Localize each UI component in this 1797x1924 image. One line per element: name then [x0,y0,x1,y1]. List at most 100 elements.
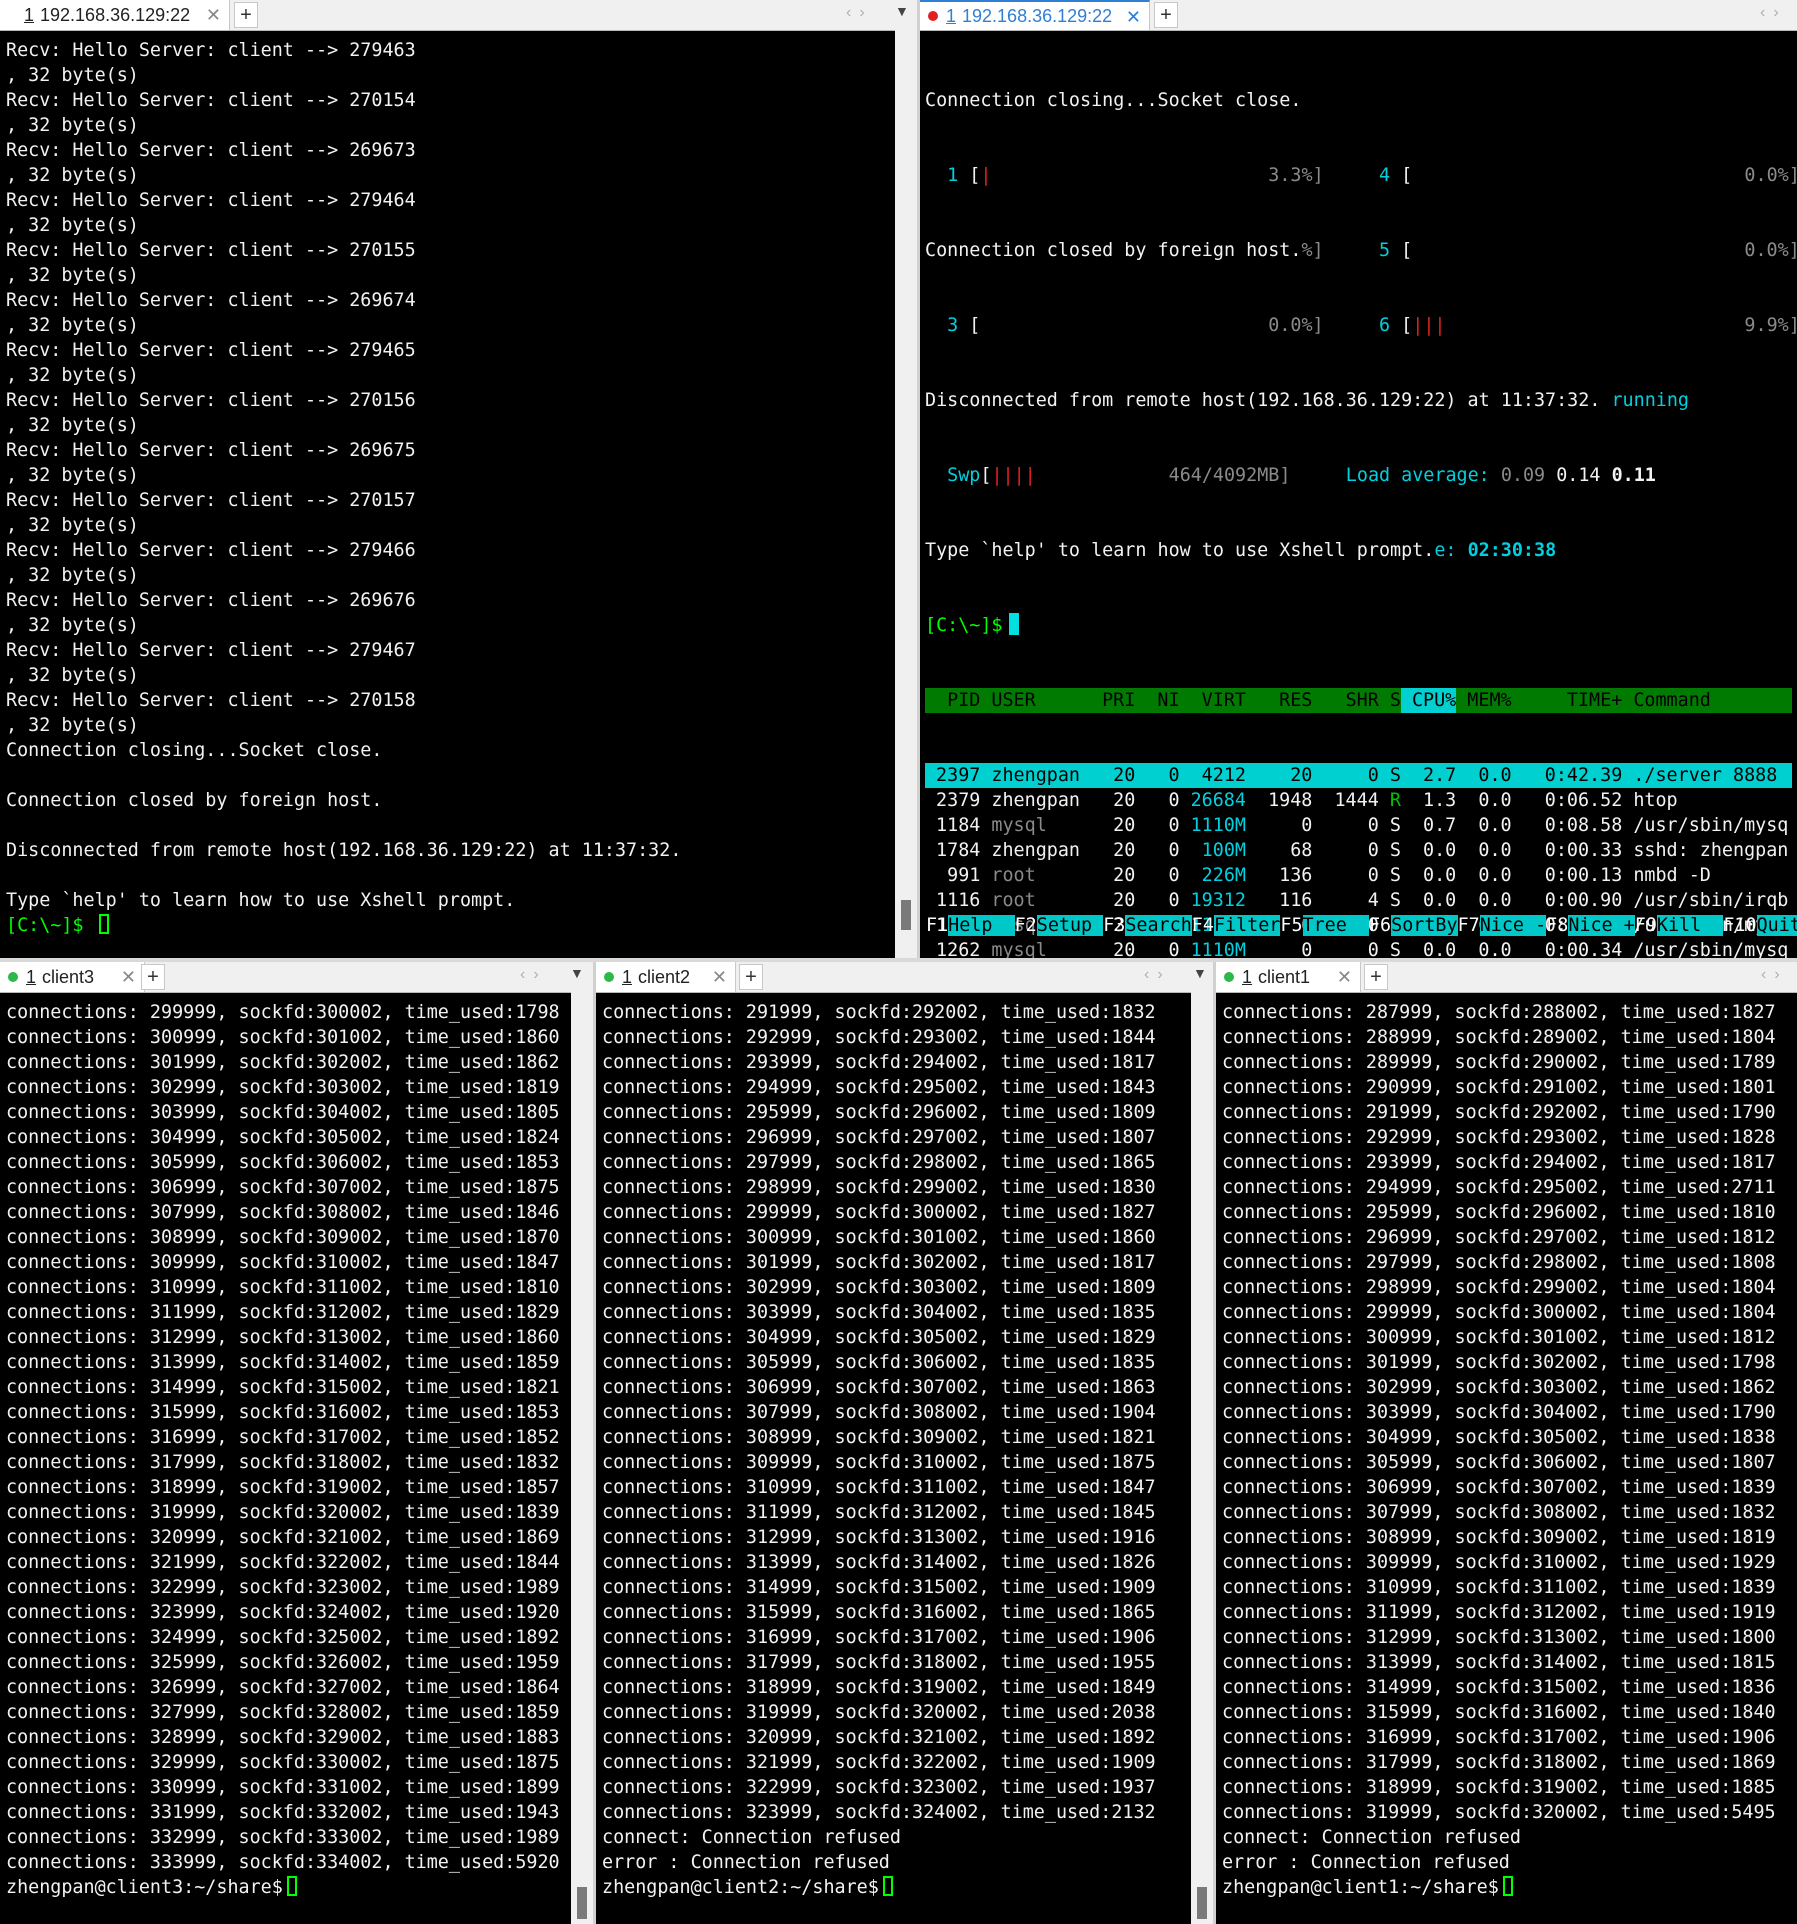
terminal-pane-top-right[interactable]: 1 192.168.36.129:22 ✕ + ‹› Connection cl… [917,0,1797,958]
terminal-pane-client3[interactable]: 1 client3 ✕ + ‹› ▼ connections: 299999, … [0,962,593,1924]
column-header-res[interactable]: RES [1246,688,1312,713]
function-key-label[interactable]: SortBy [1391,915,1458,936]
prompt-line[interactable]: zhengpan@client1:~/share$ [1222,1875,1791,1900]
column-header-shr[interactable]: SHR [1312,688,1379,713]
terminal-pane-client1[interactable]: 1 client1 ✕ + ‹› connections: 287999, so… [1213,962,1797,1924]
close-icon[interactable]: ✕ [1337,967,1352,988]
function-key-label[interactable]: Tree [1302,915,1369,936]
prompt-line[interactable]: zhengpan@client2:~/share$ [602,1875,1183,1900]
function-key[interactable]: F7 [1458,915,1480,936]
column-header-time[interactable]: TIME+ [1512,688,1622,713]
terminal-line: connections: 306999, sockfd:307002, time… [602,1377,1156,1398]
cpu-percent: 9.9%] [1744,315,1797,336]
process-mem: 0.0 [1478,815,1512,836]
function-key[interactable]: F1 [926,915,948,936]
function-key-label[interactable]: Filter [1213,915,1281,936]
chevron-down-icon[interactable]: ▼ [895,3,909,19]
scrollbar[interactable] [1191,992,1213,1924]
process-s: S [1389,940,1401,958]
tab-session[interactable]: 1 client3 ✕ [0,962,145,992]
terminal-line: Recv: Hello Server: client --> 270158 [6,690,416,711]
tab-session[interactable]: 1 192.168.36.129:22 ✕ [920,0,1150,30]
function-key-label[interactable]: Help [948,915,1015,936]
terminal-line: , 32 byte(s) [6,265,139,286]
function-key[interactable]: F5 [1280,915,1302,936]
chevron-down-icon[interactable]: ▼ [570,965,584,981]
terminal-line: connections: 318999, sockfd:319002, time… [602,1677,1156,1698]
close-icon[interactable]: ✕ [206,5,221,26]
htop-cpu-line: 3 [ 0.0%] 6 [||| 9.9%] [925,313,1797,338]
column-header-user[interactable]: USER [980,688,1091,713]
tab-nav-arrows-icon[interactable]: ‹› [1760,4,1787,22]
add-tab-button[interactable]: + [1364,964,1388,990]
prompt-line[interactable]: [C:\~]$ [925,613,1792,638]
process-row[interactable]: 991 root 20 0 226M 136 0 S 0.0 0.0 0:00.13 nmbd -D [925,863,1792,888]
process-row[interactable]: 1262 mysql 20 0 1110M 0 0 S 0.0 0.0 0:00.34/usr/sb… [925,938,1792,958]
column-header-pri[interactable]: PRI [1091,688,1135,713]
close-icon[interactable]: ✕ [1126,7,1141,28]
column-header-virt[interactable]: VIRT [1180,688,1246,713]
tab-nav-arrows-icon[interactable]: ‹› [1144,966,1171,984]
terminal-pane-top-left[interactable]: 1 192.168.36.129:22 ✕ + ‹› ▼ Recv: Hello… [0,0,917,958]
terminal-line: connections: 322999, sockfd:323002, time… [6,1577,560,1598]
status-dot-icon [604,972,614,982]
terminal-pane-client2[interactable]: 1 client2 ✕ + ‹› ▼ connections: 291999, … [593,962,1213,1924]
function-key[interactable]: F10 [1723,915,1756,936]
scrollbar-thumb[interactable] [901,900,911,930]
function-key-label[interactable]: Setup [1036,915,1104,936]
tab-session[interactable]: 1 client2 ✕ [596,962,736,992]
add-tab-button[interactable]: + [739,964,763,990]
close-icon[interactable]: ✕ [712,967,727,988]
process-row[interactable]: 1184 mysql 20 0 1110M 0 0 S 0.7 0.0 0:08.58/usr/sb… [925,813,1792,838]
htop-column-header[interactable]: PID USER PRI NI VIRT RES SHR S CPU% MEM% TIME+ Comm… [925,688,1792,713]
chevron-down-icon[interactable]: ▼ [1193,965,1207,981]
add-tab-button[interactable]: + [1154,2,1178,28]
terminal-line: connections: 298999, sockfd:299002, time… [602,1177,1156,1198]
tab-session[interactable]: 1 192.168.36.129:22 ✕ [0,0,230,30]
tab-nav-arrows-icon[interactable]: ‹› [520,966,547,984]
terminal-line: connections: 327999, sockfd:328002, time… [6,1702,560,1723]
function-key-label[interactable]: Nice + [1568,915,1635,936]
process-row[interactable]: 2397 zhengpan 20 0 4212 20 0 S 2.7 0.0 0:42.39 ./se… [925,763,1792,788]
column-header-cmd[interactable]: Command [1622,688,1797,713]
prompt-line[interactable]: [C:\~]$ [6,913,887,938]
function-key[interactable]: F3 [1103,915,1125,936]
process-shr: 0 [1367,940,1379,958]
scrollbar-thumb[interactable] [1197,1887,1207,1919]
process-row[interactable]: 2379 zhengpan 20 0 26684 1948 1444 R 1.3 0.0 0:06.… [925,788,1792,813]
add-tab-button[interactable]: + [234,2,258,28]
scrollbar[interactable] [895,30,917,958]
process-row[interactable]: 1784 zhengpan 20 0 100M 68 0 S 0.0 0.0 0:00.33 sshd… [925,838,1792,863]
process-time: 0:00.13 [1544,865,1623,886]
process-res: 68 [1290,840,1313,861]
tab-nav-arrows-icon[interactable]: ‹› [846,4,873,22]
column-header-ni[interactable]: NI [1135,688,1179,713]
scrollbar-thumb[interactable] [577,1887,587,1919]
function-key[interactable]: F6 [1369,915,1391,936]
add-tab-button[interactable]: + [141,964,165,990]
column-header-mem[interactable]: MEM% [1456,688,1511,713]
function-key[interactable]: F9 [1635,915,1657,936]
terminal-line: , 32 byte(s) [6,715,139,736]
function-key-label[interactable]: Quit [1756,915,1797,936]
close-icon[interactable]: ✕ [121,967,136,988]
scrollbar[interactable] [571,992,593,1924]
function-key[interactable]: F4 [1192,915,1214,936]
terminal-output: connections: 299999, sockfd:300002, time… [6,1000,563,1900]
column-header-s[interactable]: S [1379,688,1401,713]
process-row[interactable]: 1116 root 20 0 19312 116 4 S 0.0 0.0 0:00.90/usr/s… [925,888,1792,913]
function-key-label[interactable]: Search [1125,915,1192,936]
function-key[interactable]: F8 [1546,915,1568,936]
tab-session[interactable]: 1 client1 ✕ [1216,962,1361,992]
prompt-line[interactable]: zhengpan@client3:~/share$ [6,1875,563,1900]
cpu-percent: 0.0%] [1268,315,1324,336]
tab-nav-arrows-icon[interactable]: ‹› [1761,966,1788,984]
tab-bar: 1 192.168.36.129:22 ✕ + ‹› ▼ [0,0,917,31]
column-header-pid[interactable]: PID [925,688,980,713]
function-key[interactable]: F2 [1015,915,1037,936]
function-key-label[interactable]: Nice - [1479,915,1547,936]
function-key-label[interactable]: Kill [1656,915,1724,936]
tab-title: 192.168.36.129:22 [962,5,1113,26]
process-s: S [1389,865,1401,886]
column-header-cpu[interactable]: CPU% [1400,688,1457,713]
